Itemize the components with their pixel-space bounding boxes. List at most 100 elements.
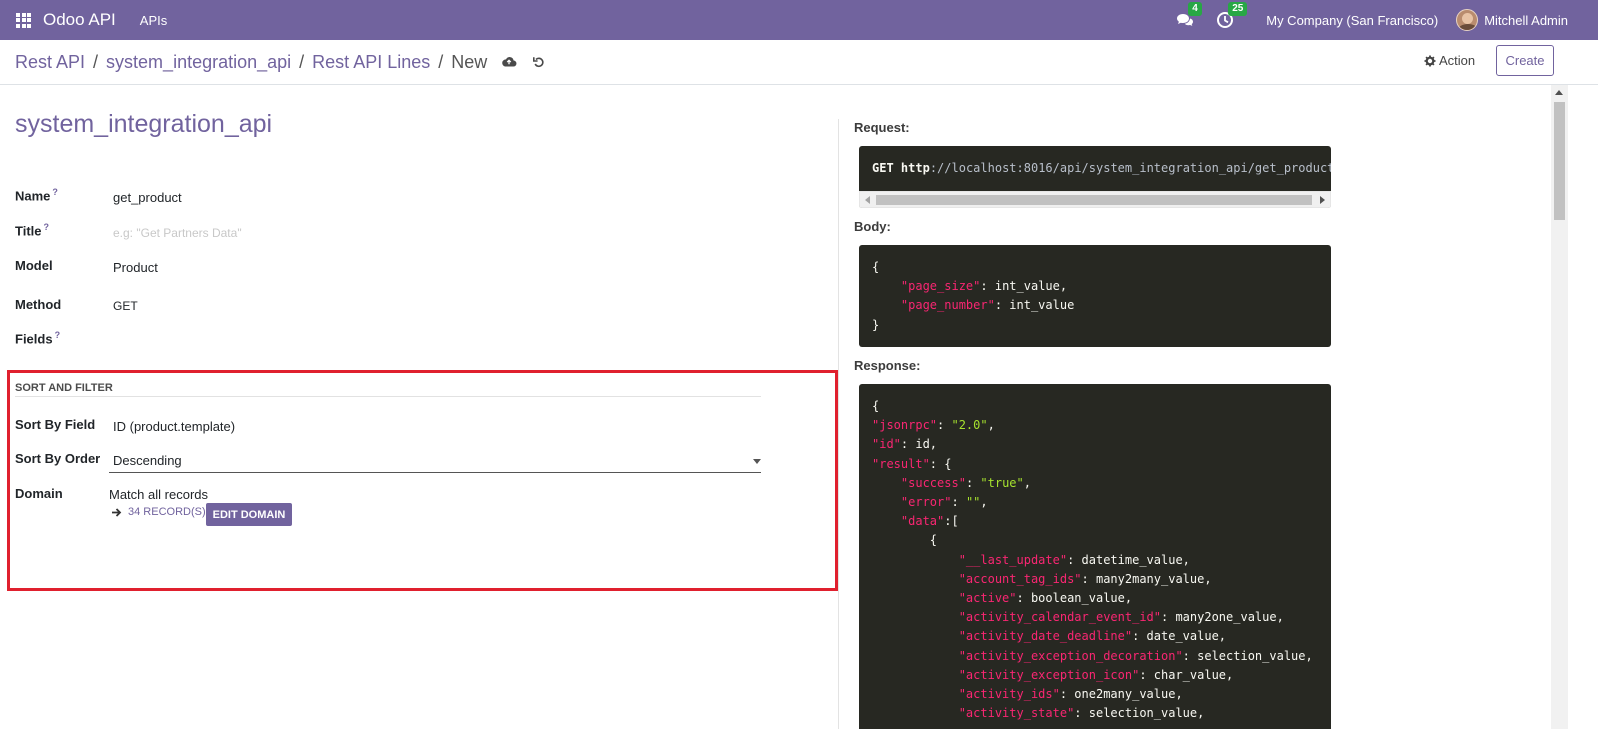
response-code-key: "activity_ids": [958, 687, 1060, 701]
response-code-line: "error": "",: [900, 495, 988, 509]
response-code-line: "activity_state": selection_value,: [958, 706, 1205, 721]
field-row-method: Method: [15, 297, 61, 312]
scroll-right-arrow-icon[interactable]: [1320, 196, 1325, 204]
scrollbar-thumb[interactable]: [1554, 102, 1565, 220]
company-switcher[interactable]: My Company (San Francisco): [1266, 13, 1438, 28]
breadcrumb: Rest API / system_integration_api / Rest…: [15, 52, 547, 73]
response-code-key: "__last_update": [958, 552, 1068, 567]
request-method: GET: [872, 161, 894, 175]
apps-menu-icon[interactable]: [16, 12, 31, 28]
activities-count-badge: 25: [1228, 2, 1248, 16]
breadcrumb-current: New: [451, 51, 488, 72]
response-code-block: {"jsonrpc": "2.0", "id": id, "result": { "…: [859, 384, 1331, 729]
gear-icon: [1424, 55, 1436, 66]
request-scheme: http: [900, 161, 930, 175]
body-code-line: {: [872, 260, 880, 274]
response-code-key: "activity_calendar_event_id": [958, 610, 1161, 625]
response-code-key: "id": [872, 437, 901, 452]
response-code-key: "activity_state": [958, 706, 1075, 721]
response-code-key: "activity_exception_icon": [958, 667, 1140, 682]
sort-filter-section-title: SORT AND FILTER: [15, 382, 761, 397]
field-row-sort-field: Sort By Field: [15, 417, 95, 432]
domain-match-text: Match: [109, 487, 145, 502]
help-tooltip-icon[interactable]: ?: [52, 187, 58, 197]
response-code-line: "result": {: [872, 456, 952, 471]
field-row-title: Title?: [15, 222, 49, 238]
activities-button[interactable]: 25: [1216, 2, 1248, 29]
name-label: Name?: [15, 187, 58, 204]
response-code-key: "jsonrpc": [872, 418, 938, 433]
request-line: GET http://localhost:8016/api/system_int…: [872, 161, 1331, 175]
breadcrumb-item-api-lines[interactable]: Rest API Lines: [312, 52, 430, 73]
page-vertical-scrollbar[interactable]: [1551, 85, 1568, 729]
top-navbar: Odoo API APIs 4 25 My Company (San Franc…: [0, 0, 1598, 40]
save-cloud-icon[interactable]: [501, 54, 517, 70]
model-label: Model: [15, 258, 53, 273]
response-label: Response:: [854, 358, 921, 373]
messaging-button[interactable]: 4: [1176, 2, 1202, 29]
breadcrumb-item-api-record[interactable]: system_integration_api: [106, 52, 291, 73]
fields-label: Fields?: [15, 330, 61, 347]
vertical-divider: [838, 119, 839, 729]
response-code-line: "data":[: [900, 514, 959, 529]
caret-down-icon: [753, 459, 761, 464]
response-code-line: "activity_ids": one2many_value,: [958, 687, 1183, 701]
domain-all-records-text: all records: [148, 487, 208, 502]
create-button[interactable]: Create: [1496, 45, 1554, 76]
scrollbar-thumb[interactable]: [876, 195, 1312, 205]
name-field[interactable]: get_product: [113, 190, 182, 205]
action-menu-label: Action: [1439, 53, 1476, 68]
response-code-string-value: "2.0": [951, 418, 988, 433]
user-avatar[interactable]: [1456, 9, 1479, 31]
record-title: system_integration_api: [15, 110, 273, 138]
body-code-line: "page_size": int_value,: [900, 279, 1068, 294]
discard-undo-icon[interactable]: [531, 54, 547, 70]
response-code-key: "activity_date_deadline": [958, 629, 1133, 644]
scroll-left-arrow-icon[interactable]: [865, 196, 870, 204]
domain-records-link[interactable]: 34 RECORD(S): [111, 506, 206, 518]
app-brand[interactable]: Odoo API: [43, 10, 116, 30]
response-code-key: "account_tag_ids": [958, 571, 1082, 586]
response-code-string-value: "": [965, 495, 981, 509]
edit-domain-button[interactable]: EDIT DOMAIN: [206, 503, 292, 526]
response-code-line: "account_tag_ids": many2many_value,: [958, 571, 1212, 586]
records-count-label: 34 RECORD(S): [128, 506, 206, 518]
model-field[interactable]: Product: [113, 260, 158, 275]
title-field[interactable]: e.g: "Get Partners Data": [113, 226, 242, 240]
response-code-key: "activity_exception_decoration": [958, 648, 1183, 663]
domain-label: Domain: [15, 486, 63, 501]
messages-count-badge: 4: [1188, 2, 1202, 16]
response-code-key: "success": [900, 475, 966, 490]
help-tooltip-icon[interactable]: ?: [44, 222, 50, 232]
response-code-line: "activity_exception_decoration": selecti…: [958, 648, 1313, 663]
arrow-right-icon: [112, 507, 122, 517]
sort-by-field-value[interactable]: ID (product.template): [113, 419, 235, 434]
body-label: Body:: [854, 219, 891, 234]
breadcrumb-separator: /: [299, 51, 305, 72]
title-label: Title?: [15, 222, 50, 239]
scroll-up-arrow-icon[interactable]: [1555, 90, 1563, 95]
response-code-line: {: [872, 533, 938, 548]
response-code-key: "data": [900, 514, 945, 529]
method-label: Method: [15, 297, 62, 312]
menu-apis[interactable]: APIs: [140, 13, 167, 28]
request-horizontal-scrollbar[interactable]: [859, 191, 1331, 208]
help-tooltip-icon[interactable]: ?: [55, 330, 61, 340]
breadcrumb-separator: /: [438, 51, 444, 72]
method-field[interactable]: GET: [113, 299, 138, 313]
response-code-key: "result": [872, 456, 930, 471]
field-row-domain: Domain: [15, 486, 63, 501]
highlight-box: [7, 370, 838, 591]
sort-by-order-value: Descending: [113, 453, 182, 468]
response-code-line: "success": "true",: [900, 475, 1031, 490]
breadcrumb-item-rest-api[interactable]: Rest API: [15, 52, 85, 73]
body-code-line: }: [872, 317, 880, 332]
request-url: ://localhost:8016/api/system_integration…: [929, 161, 1331, 175]
sort-by-order-label: Sort By Order: [15, 451, 101, 466]
action-menu-button[interactable]: Action: [1424, 53, 1475, 68]
breadcrumb-separator: /: [93, 51, 99, 72]
response-code-line: "activity_calendar_event_id": many2one_v…: [958, 610, 1284, 625]
field-row-model: Model: [15, 258, 53, 273]
user-menu[interactable]: Mitchell Admin: [1484, 13, 1568, 28]
sort-by-order-select[interactable]: Descending: [109, 451, 761, 473]
